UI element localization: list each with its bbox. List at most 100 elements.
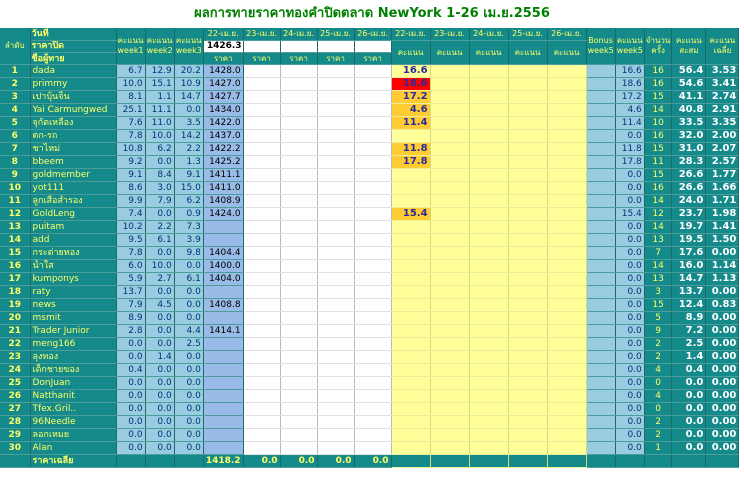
prediction-26 bbox=[354, 363, 392, 378]
score-25 bbox=[508, 142, 548, 157]
count-cell: 0 bbox=[644, 376, 673, 391]
table-row: 23 ลุงทอง 0.0 1.4 0.0 0.0 2 1.4 0.00 bbox=[0, 350, 740, 365]
prediction-24 bbox=[280, 350, 318, 365]
total-cell: 7.2 bbox=[671, 324, 707, 339]
score-22: 11.8 bbox=[391, 142, 431, 157]
week3-score: 0.0 bbox=[174, 441, 204, 456]
week5-score: 11.4 bbox=[615, 116, 645, 131]
week2-score: 15.1 bbox=[145, 77, 175, 92]
score-26 bbox=[547, 116, 587, 131]
count-header: จำนวนครั้ง bbox=[644, 28, 673, 66]
average-cell: 1.98 bbox=[705, 207, 740, 222]
count-cell: 13 bbox=[644, 233, 673, 248]
average-cell: 1.77 bbox=[705, 168, 740, 183]
player-name: primmy bbox=[30, 77, 117, 92]
week2-score: 0.0 bbox=[145, 363, 175, 378]
week2-score: 2.7 bbox=[145, 272, 175, 287]
week2-score: 12.9 bbox=[145, 64, 175, 79]
prediction-23 bbox=[243, 337, 281, 352]
count-cell: 7 bbox=[644, 246, 673, 261]
score-24 bbox=[469, 415, 509, 430]
prediction-24 bbox=[280, 441, 318, 456]
table-row: 7 ชาไหม่ 10.8 6.2 2.2 1422.2 11.8 11.8 15 31.0 2.0… bbox=[0, 142, 740, 157]
prediction-23 bbox=[243, 363, 281, 378]
prediction-26 bbox=[354, 246, 392, 261]
prediction-23 bbox=[243, 259, 281, 274]
week1-score: 7.9 bbox=[116, 298, 146, 313]
bonus-week5 bbox=[586, 402, 616, 417]
prediction-22: 1411.0 bbox=[203, 181, 244, 196]
prediction-26 bbox=[354, 77, 392, 92]
prediction-23 bbox=[243, 64, 281, 79]
rank-cell: 3 bbox=[0, 90, 31, 105]
count-cell: 9 bbox=[644, 324, 673, 339]
score-24 bbox=[469, 90, 509, 105]
table-row: 4 Yai Carmungwed 25.1 11.1 0.0 1434.0 4.6 4.6 14… bbox=[0, 103, 740, 118]
score-26 bbox=[547, 298, 587, 313]
count-cell: 16 bbox=[644, 129, 673, 144]
prediction-26 bbox=[354, 311, 392, 326]
score-25 bbox=[508, 389, 548, 404]
week5-score: 16.6 bbox=[615, 64, 645, 79]
rank-cell: 14 bbox=[0, 233, 31, 248]
week5-score: 0.0 bbox=[615, 246, 645, 261]
table-row: 19 news 7.9 4.5 0.0 1408.8 0.0 15 12.4 0.83 bbox=[0, 298, 740, 313]
week5-header: คะแนน week5 bbox=[615, 28, 645, 66]
price-label-23: ราคา bbox=[243, 52, 281, 66]
prediction-23 bbox=[243, 298, 281, 313]
score-22 bbox=[391, 194, 431, 209]
score-25 bbox=[508, 207, 548, 222]
week5-score: 18.6 bbox=[615, 77, 645, 92]
score-24 bbox=[469, 428, 509, 443]
rank-cell: 9 bbox=[0, 168, 31, 183]
footer-score-25 bbox=[508, 454, 548, 469]
bonus-week5 bbox=[586, 428, 616, 443]
footer-avg bbox=[705, 454, 740, 469]
count-cell: 16 bbox=[644, 181, 673, 196]
prediction-24 bbox=[280, 272, 318, 287]
week1-score: 0.4 bbox=[116, 363, 146, 378]
total-cell: 40.8 bbox=[671, 103, 707, 118]
prediction-26 bbox=[354, 220, 392, 235]
total-cell: 28.3 bbox=[671, 155, 707, 170]
total-cell: 0.4 bbox=[671, 363, 707, 378]
table-row: 28 96Needle 0.0 0.0 0.0 0.0 2 0.0 0.00 bbox=[0, 415, 740, 430]
prediction-23 bbox=[243, 246, 281, 261]
header-row-dates: ลำดับ วันที่ คะแนน week1 คะแนน week2 คะแ… bbox=[0, 28, 740, 66]
prediction-22: 1422.0 bbox=[203, 116, 244, 131]
rank-cell: 11 bbox=[0, 194, 31, 209]
prediction-26 bbox=[354, 64, 392, 79]
score-23 bbox=[430, 155, 470, 170]
week2-score: 8.4 bbox=[145, 168, 175, 183]
score-23 bbox=[430, 246, 470, 261]
footer-avg-25: 0.0 bbox=[317, 454, 355, 469]
table-row: 20 msmit 8.9 0.0 0.0 0.0 5 8.9 0.00 bbox=[0, 311, 740, 326]
week5-score: 0.0 bbox=[615, 350, 645, 365]
table-row: 3 เปาบุ้นจิ้น 8.1 1.1 14.7 1427.7 17.2 17.2 15 41… bbox=[0, 90, 740, 105]
prediction-25 bbox=[317, 298, 355, 313]
score-26 bbox=[547, 337, 587, 352]
week5-score: 0.0 bbox=[615, 337, 645, 352]
footer-score-24 bbox=[469, 454, 509, 469]
prediction-23 bbox=[243, 233, 281, 248]
week2-score: 0.0 bbox=[145, 402, 175, 417]
price-label-24: ราคา bbox=[280, 52, 318, 66]
table-row: 11 ลูกเสือสำรอง 9.9 7.9 6.2 1408.9 0.0 14 24.0 1.… bbox=[0, 194, 740, 209]
bonus-week5 bbox=[586, 311, 616, 326]
prediction-24 bbox=[280, 337, 318, 352]
total-cell: 0.0 bbox=[671, 376, 707, 391]
footer-avg-23: 0.0 bbox=[243, 454, 281, 469]
week5-score: 0.0 bbox=[615, 168, 645, 183]
score-23 bbox=[430, 181, 470, 196]
score-22 bbox=[391, 389, 431, 404]
rank-cell: 27 bbox=[0, 402, 31, 417]
rank-cell: 26 bbox=[0, 389, 31, 404]
close-price-24 bbox=[280, 40, 318, 54]
week5-score: 0.0 bbox=[615, 298, 645, 313]
bonus-week5 bbox=[586, 272, 616, 287]
prediction-26 bbox=[354, 337, 392, 352]
score-25 bbox=[508, 376, 548, 391]
score-26 bbox=[547, 350, 587, 365]
prediction-23 bbox=[243, 389, 281, 404]
prediction-23 bbox=[243, 415, 281, 430]
